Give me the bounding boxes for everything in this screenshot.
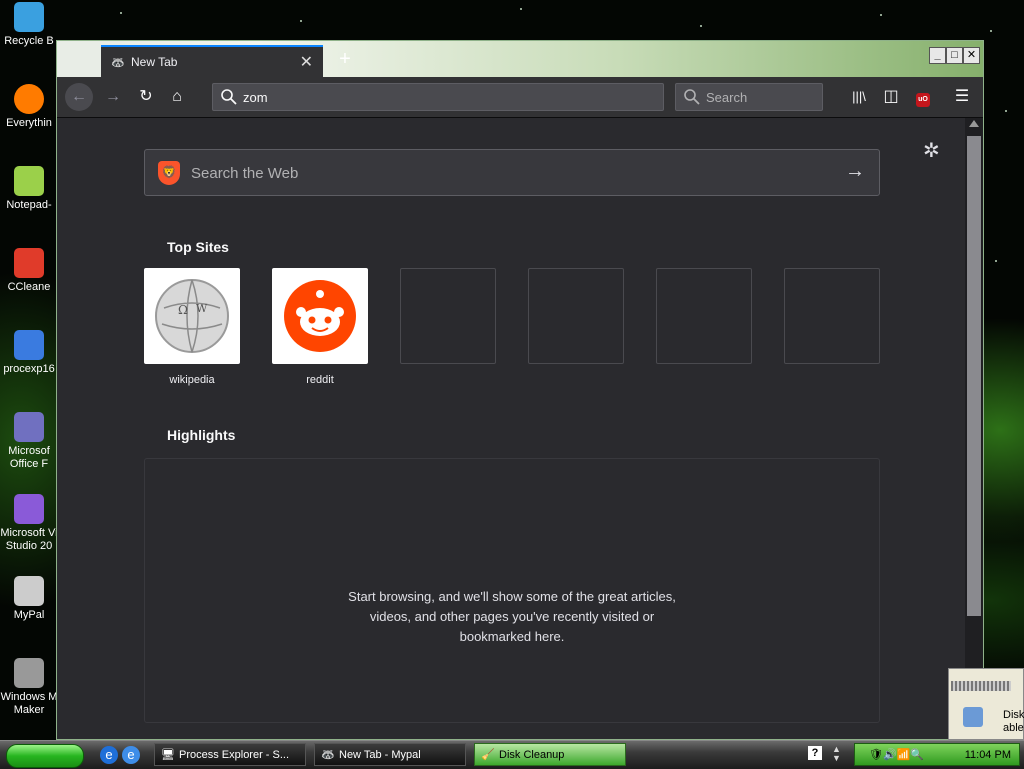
- new-tab-page: ✲ 🦁 Search the Web → Top Sites Ω W wikip…: [57, 118, 965, 739]
- home-button[interactable]: ⌂: [163, 83, 191, 111]
- tab-strip: 🦝 New Tab ✕ + _ □ ✕: [57, 41, 983, 77]
- mypal-icon: [14, 576, 44, 606]
- desktop-icon-ccleaner[interactable]: CCleane: [0, 248, 58, 294]
- svg-text:Ω: Ω: [178, 303, 188, 317]
- top-site-label: wikipedia: [169, 374, 215, 386]
- brave-logo-icon: 🦁: [158, 161, 180, 185]
- desktop-icon-notepad[interactable]: Notepad-: [0, 166, 58, 212]
- help-icon[interactable]: ?: [808, 746, 822, 760]
- navigation-toolbar: ← → ↻ ⌂ zom Search |||\ ◫ uO ☰: [57, 77, 983, 118]
- top-site-empty[interactable]: [528, 268, 624, 364]
- search-submit-arrow-icon[interactable]: →: [845, 160, 865, 183]
- search-bar[interactable]: Search: [675, 83, 823, 111]
- desktop-icon-mypal[interactable]: MyPal: [0, 576, 58, 622]
- reload-button[interactable]: ↻: [132, 83, 160, 111]
- recycle-bin-icon: [14, 2, 44, 32]
- tray-chevron-icon[interactable]: ▲ ▼: [832, 745, 841, 763]
- start-button[interactable]: [6, 744, 84, 768]
- tab-close-icon[interactable]: ✕: [300, 52, 313, 72]
- web-search-input[interactable]: 🦁 Search the Web →: [144, 149, 880, 196]
- search-icon: [221, 89, 237, 108]
- ublock-icon: uO: [916, 93, 930, 107]
- ie-alt-quicklaunch-icon[interactable]: e: [122, 746, 140, 764]
- taskbar-disk-cleanup[interactable]: 🧹 Disk Cleanup: [474, 743, 626, 766]
- clock: 11:04 PM: [964, 749, 1011, 761]
- search-icon: [684, 89, 700, 108]
- search-placeholder: Search: [706, 90, 748, 105]
- top-site-empty[interactable]: [784, 268, 880, 364]
- svg-text:W: W: [196, 302, 208, 315]
- maximize-button[interactable]: □: [946, 47, 963, 64]
- desktop-icon-office[interactable]: Microsof Office F: [0, 412, 58, 471]
- close-window-button[interactable]: ✕: [963, 47, 980, 64]
- progress-bar: [951, 681, 1011, 691]
- browser-window: 🦝 New Tab ✕ + _ □ ✕ ← → ↻ ⌂ zom Search |…: [56, 40, 984, 740]
- taskbar-process-explorer[interactable]: 🖥 Process Explorer - S...: [154, 743, 306, 766]
- desktop-icon-visual-studio[interactable]: Microsoft Vi Studio 20: [0, 494, 58, 553]
- disk-cleanup-dialog-fragment: Disk able: [948, 668, 1024, 740]
- mypal-favicon-icon: 🦝: [111, 57, 125, 69]
- tab-new-tab[interactable]: 🦝 New Tab ✕: [101, 45, 323, 77]
- notepad-icon: [14, 166, 44, 196]
- highlights-empty-message: Start browsing, and we'll show some of t…: [348, 589, 676, 644]
- disk-cleanup-icon: [963, 707, 983, 727]
- disk-cleanup-icon: 🧹: [481, 749, 495, 761]
- visual-studio-icon: [14, 494, 44, 524]
- scroll-up-arrow-icon[interactable]: [969, 120, 979, 127]
- top-sites-heading: Top Sites: [167, 239, 229, 255]
- process-explorer-icon: 🖥: [161, 749, 175, 761]
- ublock-button[interactable]: uO: [909, 83, 937, 111]
- back-button[interactable]: ←: [65, 83, 93, 111]
- new-tab-button[interactable]: +: [333, 47, 357, 71]
- url-value: zom: [243, 90, 268, 105]
- top-site-label: reddit: [306, 374, 334, 386]
- tray-icons[interactable]: 🛡🔊📶🔍: [869, 748, 924, 761]
- url-bar[interactable]: zom: [212, 83, 664, 111]
- vertical-scrollbar[interactable]: [965, 118, 983, 739]
- system-tray: 🛡🔊📶🔍 11:04 PM: [854, 743, 1020, 766]
- minimize-button[interactable]: _: [929, 47, 946, 64]
- movie-maker-icon: [14, 658, 44, 688]
- top-site-wikipedia[interactable]: Ω W: [144, 268, 240, 364]
- highlights-heading: Highlights: [167, 427, 236, 443]
- scrollbar-thumb[interactable]: [967, 136, 981, 616]
- tab-title: New Tab: [131, 55, 178, 69]
- taskbar-new-tab-mypal[interactable]: 🦝 New Tab - Mypal: [314, 743, 466, 766]
- top-site-empty[interactable]: [656, 268, 752, 364]
- library-button[interactable]: |||\: [845, 83, 873, 111]
- ccleaner-icon: [14, 248, 44, 278]
- everything-icon: [14, 84, 44, 114]
- desktop-icon-procexp[interactable]: procexp16: [0, 330, 58, 376]
- office-icon: [14, 412, 44, 442]
- mypal-icon: 🦝: [321, 749, 335, 761]
- desktop-icon-everything[interactable]: Everythin: [0, 84, 58, 130]
- top-site-empty[interactable]: [400, 268, 496, 364]
- procexp-icon: [14, 330, 44, 360]
- menu-button[interactable]: ☰: [948, 83, 976, 111]
- highlights-panel: Start browsing, and we'll show some of t…: [144, 458, 880, 723]
- forward-button[interactable]: →: [99, 83, 127, 111]
- sidebar-button[interactable]: ◫: [877, 83, 905, 111]
- desktop-icon-movie-maker[interactable]: Windows M Maker: [0, 658, 58, 717]
- reddit-alien-icon: [284, 280, 356, 352]
- web-search-placeholder: Search the Web: [191, 165, 299, 182]
- top-site-reddit[interactable]: [272, 268, 368, 364]
- desktop-icon-recycle-bin[interactable]: Recycle B: [0, 2, 58, 48]
- dialog-text: able: [1003, 722, 1024, 734]
- dialog-text: Disk: [1003, 709, 1024, 721]
- wikipedia-globe-icon: Ω W: [155, 279, 229, 353]
- settings-gear-icon[interactable]: ✲: [923, 138, 940, 163]
- taskbar: e e 🖥 Process Explorer - S... 🦝 New Tab …: [0, 740, 1024, 769]
- ie-quicklaunch-icon[interactable]: e: [100, 746, 118, 764]
